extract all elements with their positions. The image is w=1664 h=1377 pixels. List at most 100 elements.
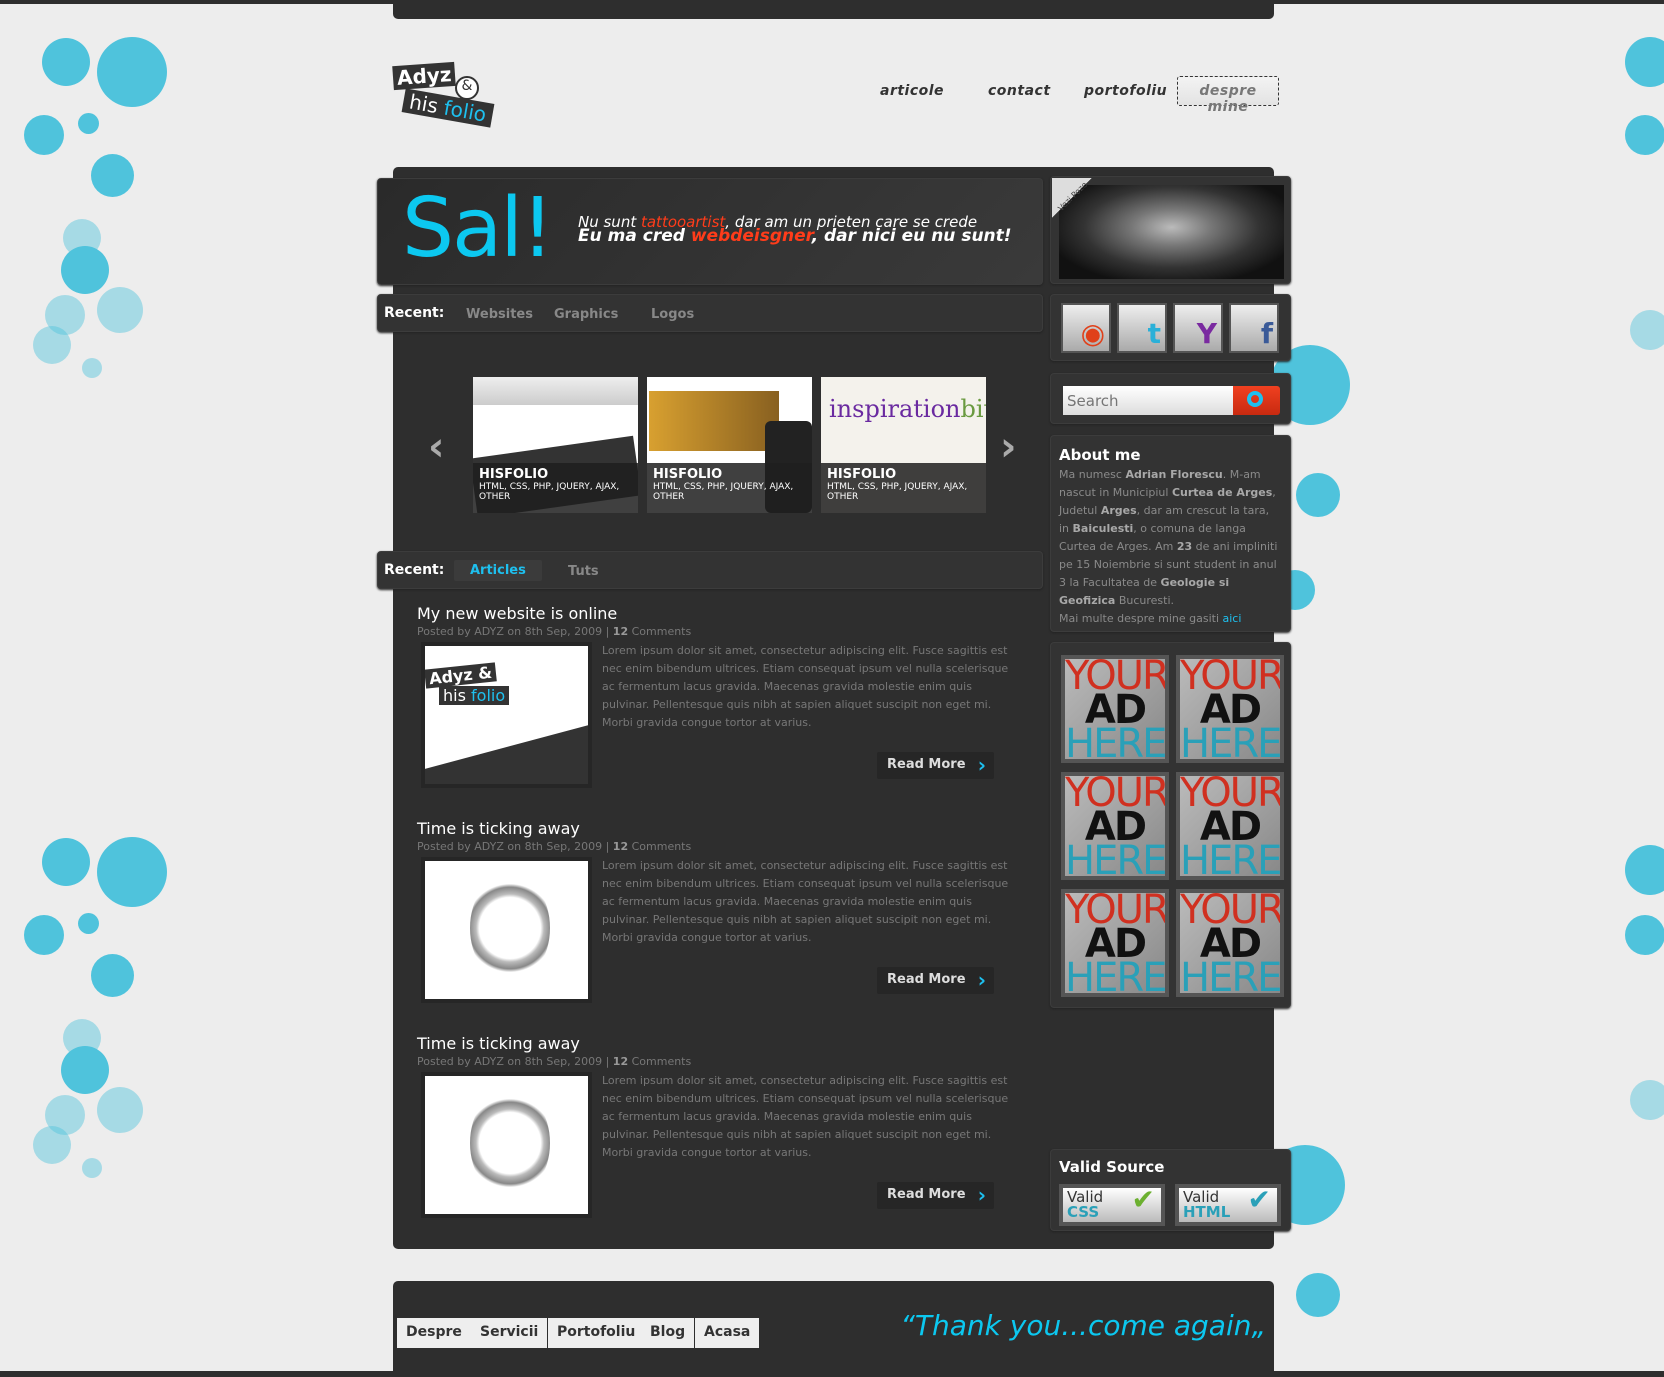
footer-link-portofoliu[interactable]: Portofoliu <box>548 1318 645 1348</box>
portfolio-tags: HTML, CSS, PHP, JQUERY, AJAX, OTHER <box>479 482 620 502</box>
article-image[interactable] <box>421 1072 592 1218</box>
profile-photo[interactable] <box>1059 185 1284 279</box>
bottom-line <box>0 1371 1664 1377</box>
photos-corner-link[interactable]: Vezi Poze <box>1052 178 1092 218</box>
yahoo-icon[interactable]: Y <box>1173 303 1223 353</box>
bubble <box>97 837 167 907</box>
bubble <box>77 912 99 934</box>
article-meta: Posted by ADYZ on 8th Sep, 2009 | 12 Com… <box>417 1055 692 1068</box>
chevron-right-icon: › <box>977 1183 986 1207</box>
article-excerpt: Lorem ipsum dolor sit amet, consectetur … <box>602 644 1009 729</box>
check-icon: ✔ <box>1247 1183 1271 1216</box>
ad-slot[interactable]: YOUR AD HERE <box>1061 655 1169 763</box>
read-more-button[interactable]: Read More › <box>877 752 994 779</box>
ad-slot[interactable]: YOUR AD HERE <box>1176 772 1284 880</box>
ad-slot[interactable]: YOUR AD HERE <box>1176 889 1284 997</box>
bubble <box>42 38 90 86</box>
bubble <box>82 358 102 378</box>
bubble <box>33 326 71 364</box>
bubble <box>1630 1080 1664 1120</box>
tab-logos[interactable]: Logos <box>651 307 694 322</box>
search-button[interactable] <box>1233 386 1280 415</box>
bubble <box>97 287 143 333</box>
ad-slot[interactable]: YOUR AD HERE <box>1061 889 1169 997</box>
portfolio-title: HISFOLIO <box>827 467 897 482</box>
bubble <box>42 838 90 886</box>
valid-html-badge[interactable]: Valid HTML ✔ <box>1175 1184 1281 1226</box>
bubble <box>61 246 109 294</box>
profile-photo-box: Vezi Poze <box>1050 176 1291 284</box>
valid-css-badge[interactable]: Valid CSS ✔ <box>1059 1184 1165 1226</box>
logo-amp: & <box>455 76 479 100</box>
carousel-next-arrow[interactable]: › <box>1000 424 1016 470</box>
article-title[interactable]: My new website is online <box>417 604 1017 623</box>
portfolio-item[interactable]: HISFOLIO HTML, CSS, PHP, JQUERY, AJAX, OT… <box>647 377 812 513</box>
ad-grid: YOUR AD HERE YOUR AD HERE YOUR AD HERE YOUR AD HERE… <box>1050 642 1291 1008</box>
tab-articles[interactable]: Articles <box>454 560 542 581</box>
chevron-right-icon: › <box>977 753 986 777</box>
chevron-right-icon: › <box>977 968 986 992</box>
logo-sub: his folio <box>401 88 495 128</box>
tab-graphics[interactable]: Graphics <box>554 307 618 322</box>
welcome-banner: Sal! Nu sunt tattooartist, dar am un pri… <box>377 178 1043 285</box>
nav-despre-mine[interactable]: despre mine <box>1177 76 1279 115</box>
bubble <box>90 153 134 197</box>
facebook-icon[interactable]: f <box>1229 303 1279 353</box>
nav-contact[interactable]: contact <box>988 83 1051 99</box>
bubble <box>1625 845 1664 895</box>
portfolio-tags: HTML, CSS, PHP, JQUERY, AJAX, OTHER <box>653 482 794 502</box>
ad-slot[interactable]: YOUR AD HERE <box>1176 655 1284 763</box>
search-input[interactable] <box>1063 386 1233 415</box>
search-icon <box>1247 391 1263 407</box>
article-image[interactable]: Adyz & his folio <box>421 642 592 788</box>
bubble <box>1296 1273 1340 1317</box>
bubble <box>61 1046 109 1094</box>
portfolio-title: HISFOLIO <box>479 467 549 482</box>
check-icon: ✔ <box>1131 1183 1155 1216</box>
article-image[interactable] <box>421 857 592 1003</box>
ad-slot[interactable]: YOUR AD HERE <box>1061 772 1169 880</box>
search-box <box>1050 373 1291 424</box>
portfolio-item[interactable]: inspirationbit HISFOLIOHTML, CSS, PHP, J… <box>821 377 986 513</box>
tab-tuts[interactable]: Tuts <box>568 564 599 579</box>
bubble <box>90 953 134 997</box>
recent-work-bar: Recent: Websites Graphics Logos <box>377 294 1043 332</box>
about-link[interactable]: aici <box>1223 612 1242 625</box>
rss-icon[interactable]: ◉ <box>1061 303 1111 353</box>
bubble <box>77 112 99 134</box>
bubble <box>24 915 64 955</box>
bubble <box>97 1087 143 1133</box>
bubble <box>1625 915 1664 955</box>
article: My new website is online Posted by ADYZ … <box>417 604 1017 788</box>
bubble <box>1630 310 1664 350</box>
footer-link-blog[interactable]: Blog <box>641 1318 695 1348</box>
bubble <box>97 37 167 107</box>
portfolio-item[interactable]: HISFOLIO HTML, CSS, PHP, JQUERY, AJAX, OT… <box>473 377 638 513</box>
carousel-prev-arrow[interactable]: ‹ <box>428 424 444 470</box>
tagline: Nu sunt tattooartist, dar am un prieten … <box>578 213 1012 246</box>
bubble <box>24 115 64 155</box>
portfolio-tags: HTML, CSS, PHP, JQUERY, AJAX, OTHER <box>827 482 968 502</box>
twitter-icon[interactable]: t <box>1117 303 1167 353</box>
valid-source: Valid Source Valid CSS ✔ Valid HTML ✔ <box>1050 1149 1291 1231</box>
article: Time is ticking away Posted by ADYZ on 8… <box>417 1034 1017 1218</box>
about-title: About me <box>1059 446 1141 464</box>
valid-title: Valid Source <box>1059 1158 1165 1176</box>
article-excerpt: Lorem ipsum dolor sit amet, consectetur … <box>602 859 1009 944</box>
nav-articole[interactable]: articole <box>880 83 944 99</box>
read-more-button[interactable]: Read More › <box>877 1182 994 1209</box>
read-more-button[interactable]: Read More › <box>877 967 994 994</box>
logo[interactable]: Adyz & his folio <box>392 61 505 138</box>
top-bar <box>393 0 1274 19</box>
bubble <box>1296 473 1340 517</box>
footer-quote: “Thank you...come again„ <box>900 1309 1266 1342</box>
footer-link-despre[interactable]: Despre <box>397 1318 471 1348</box>
tab-websites[interactable]: Websites <box>466 307 533 322</box>
article-title[interactable]: Time is ticking away <box>417 819 1017 838</box>
nav-portofoliu[interactable]: portofoliu <box>1084 83 1167 99</box>
article-excerpt: Lorem ipsum dolor sit amet, consectetur … <box>602 1074 1009 1159</box>
footer-link-servicii[interactable]: Servicii <box>471 1318 548 1348</box>
article-title[interactable]: Time is ticking away <box>417 1034 1017 1053</box>
bubble <box>1625 115 1664 155</box>
footer-link-acasa[interactable]: Acasa <box>695 1318 760 1348</box>
